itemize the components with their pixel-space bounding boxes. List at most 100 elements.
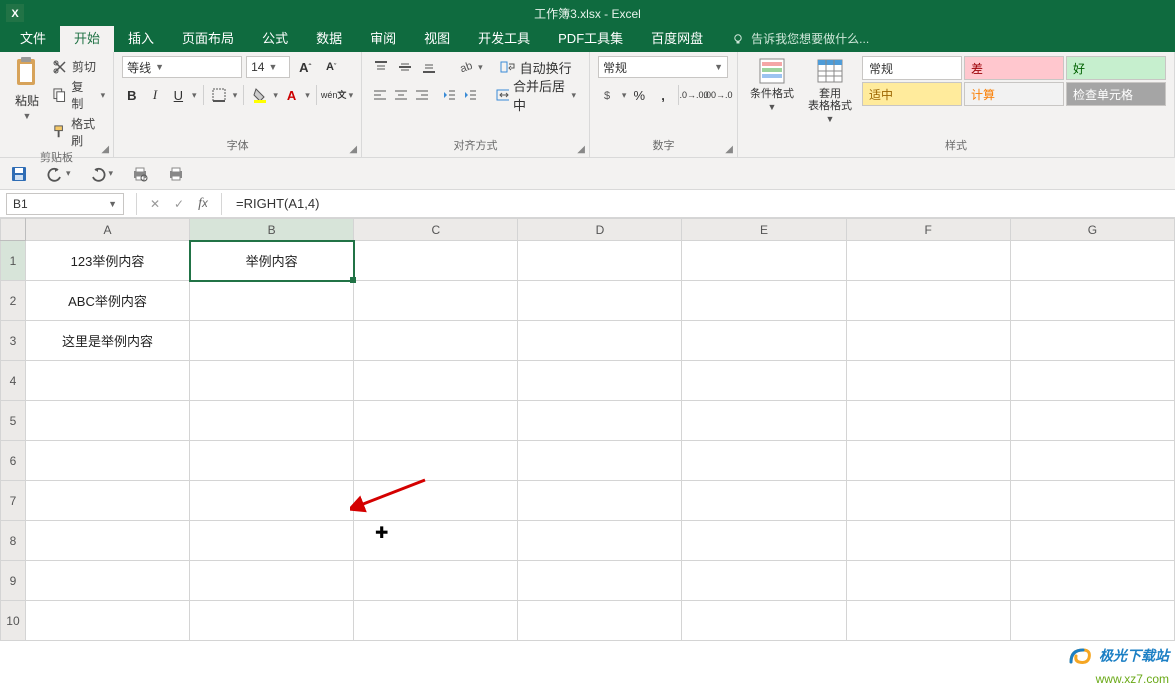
col-header[interactable]: F: [846, 219, 1010, 241]
row-header[interactable]: 3: [1, 321, 26, 361]
cell[interactable]: [354, 521, 518, 561]
cell[interactable]: [682, 321, 846, 361]
align-right-button[interactable]: [413, 84, 432, 106]
dialog-launcher-icon[interactable]: ◢: [725, 144, 733, 155]
cell[interactable]: [518, 521, 682, 561]
font-color-button[interactable]: A: [282, 84, 301, 106]
tab-baidu-disk[interactable]: 百度网盘: [637, 23, 717, 52]
cell[interactable]: [518, 401, 682, 441]
font-name-combo[interactable]: 等线▼: [122, 56, 242, 78]
cell[interactable]: [25, 481, 189, 521]
grow-font-button[interactable]: Aˆ: [294, 56, 316, 78]
format-as-table-button[interactable]: 套用 表格格式 ▼: [804, 56, 856, 124]
tab-pdf-tools[interactable]: PDF工具集: [544, 23, 637, 52]
cell[interactable]: [354, 561, 518, 601]
col-header[interactable]: D: [518, 219, 682, 241]
cell[interactable]: ABC举例内容: [25, 281, 189, 321]
cell[interactable]: [846, 321, 1010, 361]
cell[interactable]: 举例内容: [190, 241, 354, 281]
insert-function-button[interactable]: fx: [191, 193, 215, 215]
decrease-indent-button[interactable]: [439, 84, 458, 106]
orientation-button[interactable]: ab: [454, 56, 476, 78]
cell[interactable]: [25, 441, 189, 481]
cell[interactable]: [518, 481, 682, 521]
cell[interactable]: [682, 401, 846, 441]
cell[interactable]: [25, 361, 189, 401]
col-header[interactable]: E: [682, 219, 846, 241]
style-calculation[interactable]: 计算: [964, 82, 1064, 106]
row-header[interactable]: 9: [1, 561, 26, 601]
select-all-corner[interactable]: [1, 219, 26, 241]
col-header[interactable]: B: [190, 219, 354, 241]
cell[interactable]: [518, 281, 682, 321]
tab-formulas[interactable]: 公式: [248, 23, 302, 52]
cell[interactable]: 123举例内容: [25, 241, 189, 281]
enter-formula-button[interactable]: ✓: [167, 193, 191, 215]
format-painter-button[interactable]: 格式刷: [52, 115, 105, 149]
comma-format-button[interactable]: ,: [652, 84, 674, 106]
cell[interactable]: [682, 561, 846, 601]
tab-page-layout[interactable]: 页面布局: [168, 23, 248, 52]
tab-developer[interactable]: 开发工具: [464, 23, 544, 52]
phonetic-guide-button[interactable]: wén文: [323, 84, 345, 106]
col-header[interactable]: A: [25, 219, 189, 241]
cell[interactable]: [1010, 401, 1174, 441]
wrap-text-button[interactable]: 自动换行: [495, 56, 577, 78]
cell[interactable]: [682, 241, 846, 281]
increase-indent-button[interactable]: [460, 84, 479, 106]
tell-me-search[interactable]: 告诉我您想要做什么...: [731, 25, 869, 52]
cell[interactable]: [190, 281, 354, 321]
cell[interactable]: [846, 601, 1010, 641]
border-button[interactable]: [209, 84, 228, 106]
increase-decimal-button[interactable]: .0→.00: [683, 84, 705, 106]
underline-button[interactable]: U: [169, 84, 188, 106]
cell[interactable]: [518, 321, 682, 361]
row-header[interactable]: 6: [1, 441, 26, 481]
cell[interactable]: [1010, 481, 1174, 521]
cell[interactable]: [354, 281, 518, 321]
cell[interactable]: [1010, 561, 1174, 601]
dialog-launcher-icon[interactable]: ◢: [349, 144, 357, 155]
style-normal[interactable]: 常规: [862, 56, 962, 80]
cell[interactable]: [25, 521, 189, 561]
cell[interactable]: [190, 561, 354, 601]
cell[interactable]: [1010, 521, 1174, 561]
cell[interactable]: [846, 481, 1010, 521]
cell[interactable]: [25, 601, 189, 641]
cell[interactable]: [354, 241, 518, 281]
align-top-button[interactable]: [370, 56, 392, 78]
cell[interactable]: [682, 441, 846, 481]
cut-button[interactable]: 剪切: [52, 58, 105, 75]
cell[interactable]: [846, 441, 1010, 481]
cell[interactable]: [518, 241, 682, 281]
cell[interactable]: [846, 561, 1010, 601]
decrease-decimal-button[interactable]: .00→.0: [707, 84, 729, 106]
cell[interactable]: [1010, 281, 1174, 321]
tab-review[interactable]: 审阅: [356, 23, 410, 52]
cell[interactable]: [846, 241, 1010, 281]
redo-button[interactable]: ▾: [89, 165, 114, 183]
number-format-combo[interactable]: 常规▼: [598, 56, 728, 78]
cell[interactable]: [354, 401, 518, 441]
cell[interactable]: [190, 361, 354, 401]
tab-data[interactable]: 数据: [302, 23, 356, 52]
row-header[interactable]: 10: [1, 601, 26, 641]
cell[interactable]: [354, 601, 518, 641]
accounting-format-button[interactable]: $: [598, 84, 620, 106]
tab-home[interactable]: 开始: [60, 23, 114, 52]
italic-button[interactable]: I: [145, 84, 164, 106]
align-middle-button[interactable]: [394, 56, 416, 78]
row-header[interactable]: 7: [1, 481, 26, 521]
cell[interactable]: [682, 601, 846, 641]
cell[interactable]: 这里是举例内容: [25, 321, 189, 361]
style-check-cell[interactable]: 检查单元格: [1066, 82, 1166, 106]
cell[interactable]: [846, 281, 1010, 321]
align-bottom-button[interactable]: [418, 56, 440, 78]
cell[interactable]: [518, 561, 682, 601]
cell[interactable]: [190, 401, 354, 441]
print-preview-button[interactable]: [131, 165, 149, 183]
paste-button[interactable]: 粘贴 ▼: [8, 56, 46, 149]
cell[interactable]: [190, 521, 354, 561]
cell[interactable]: [1010, 441, 1174, 481]
cell[interactable]: [25, 401, 189, 441]
